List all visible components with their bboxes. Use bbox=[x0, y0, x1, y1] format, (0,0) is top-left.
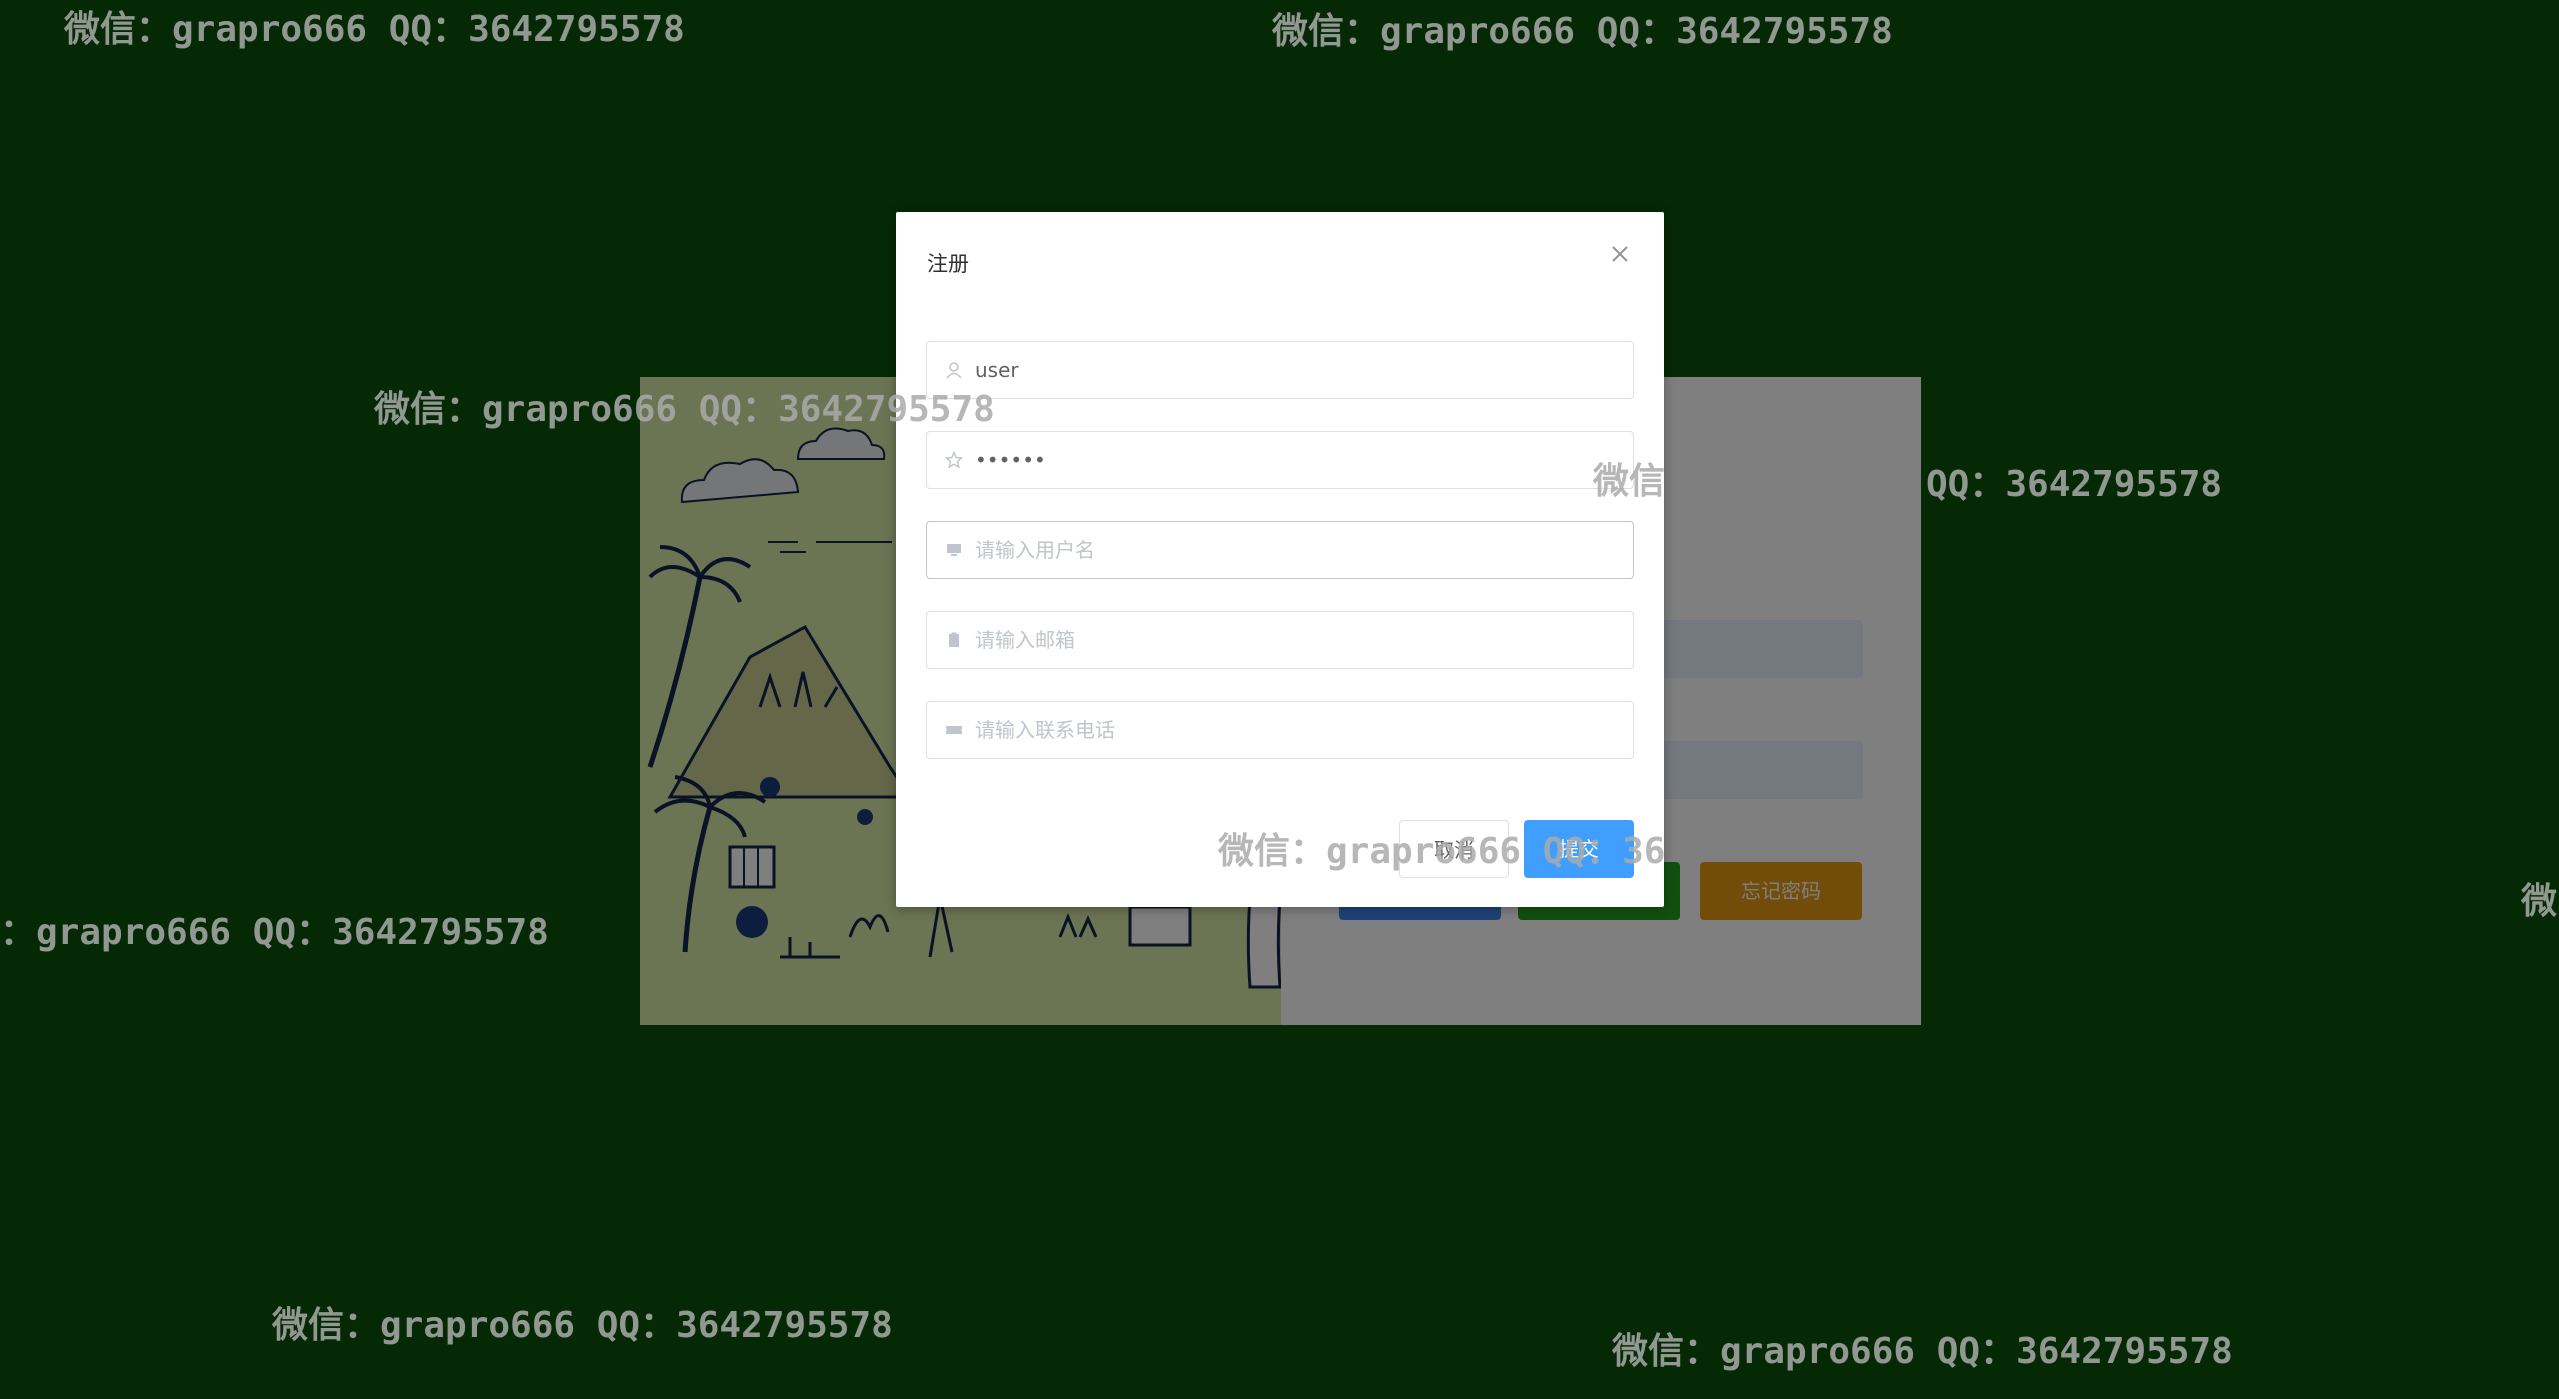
register-dialog: 注册 取消 提交 bbox=[896, 212, 1664, 907]
password-input[interactable] bbox=[975, 448, 1633, 472]
close-icon[interactable] bbox=[1606, 240, 1634, 268]
submit-button[interactable]: 提交 bbox=[1524, 820, 1634, 878]
name-input[interactable] bbox=[975, 538, 1633, 562]
star-icon bbox=[943, 449, 965, 471]
username-field[interactable] bbox=[926, 341, 1634, 399]
cancel-button[interactable]: 取消 bbox=[1399, 820, 1509, 878]
name-field[interactable] bbox=[926, 521, 1634, 579]
ticket-icon bbox=[943, 719, 965, 741]
phone-input[interactable] bbox=[975, 718, 1633, 742]
dialog-title: 注册 bbox=[927, 252, 969, 276]
phone-field[interactable] bbox=[926, 701, 1634, 759]
password-field[interactable] bbox=[926, 431, 1634, 489]
monitor-icon bbox=[943, 539, 965, 561]
clipboard-icon bbox=[943, 629, 965, 651]
user-icon bbox=[943, 359, 965, 381]
email-field[interactable] bbox=[926, 611, 1634, 669]
email-input[interactable] bbox=[975, 628, 1633, 652]
username-input[interactable] bbox=[975, 358, 1633, 382]
